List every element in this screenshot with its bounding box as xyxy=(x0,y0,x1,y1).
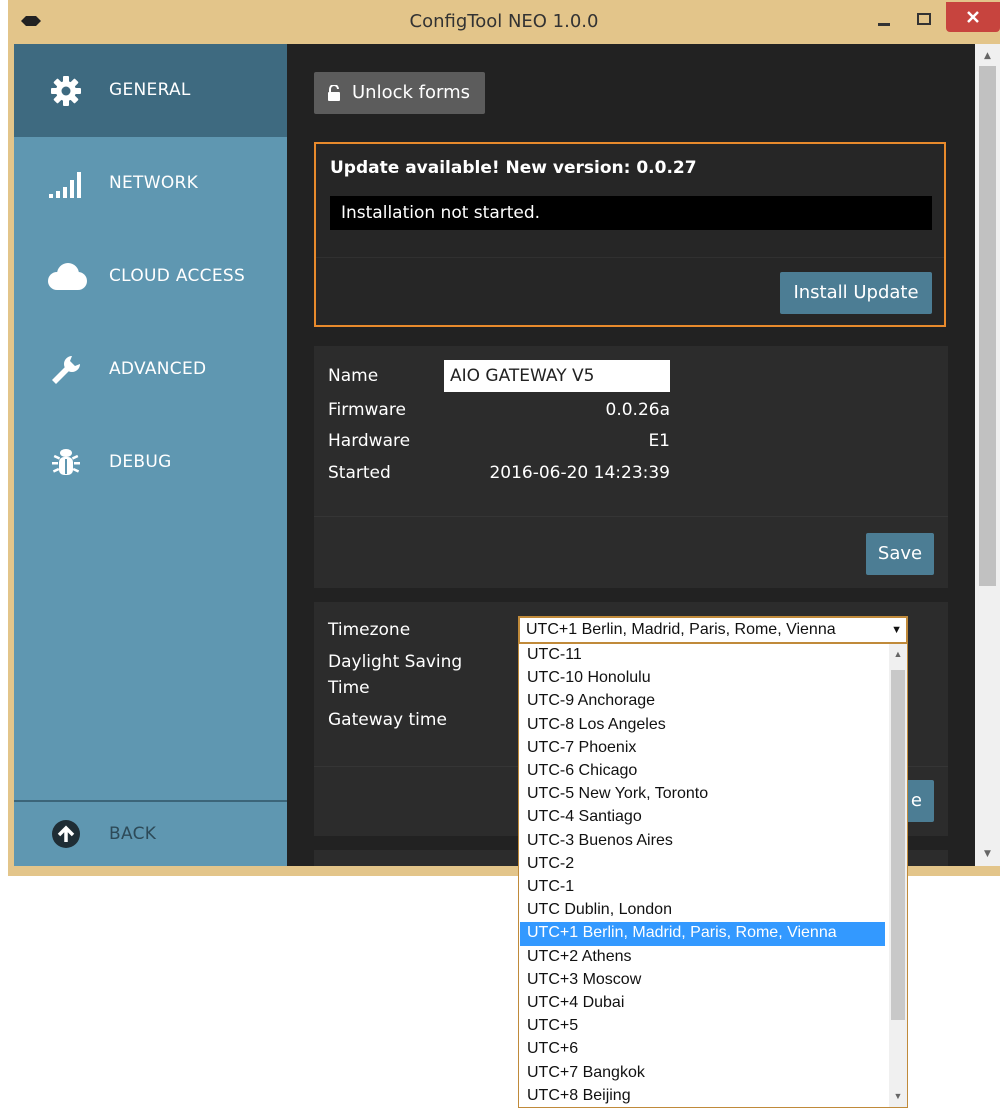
minimize-icon[interactable] xyxy=(866,6,902,36)
sidebar-item-general[interactable]: GENERAL xyxy=(14,44,287,137)
timezone-option[interactable]: UTC-1 xyxy=(520,876,885,899)
timezone-option[interactable]: UTC+6 xyxy=(520,1038,885,1061)
timezone-option[interactable]: UTC+5 xyxy=(520,1015,885,1038)
hardware-value: E1 xyxy=(648,431,670,451)
sidebar-item-cloud-access[interactable]: CLOUD ACCESS xyxy=(14,230,287,323)
panel-divider xyxy=(316,257,944,258)
timezone-option[interactable]: UTC+1 Berlin, Madrid, Paris, Rome, Vienn… xyxy=(520,922,885,946)
sidebar: GENERAL NETWORK CLOUD ACCESS ADVANCED DE… xyxy=(14,44,287,866)
sidebar-item-label: CLOUD ACCESS xyxy=(109,266,246,286)
update-status: Installation not started. xyxy=(330,196,932,230)
started-value: 2016-06-20 14:23:39 xyxy=(489,463,670,483)
dropdown-scrollbar[interactable]: ▲ ▼ xyxy=(889,644,907,1107)
window-title: ConfigTool NEO 1.0.0 xyxy=(409,11,599,32)
device-info-panel: Name Firmware 0.0.26a Hardware E1 Starte… xyxy=(314,346,948,588)
timezone-option[interactable]: UTC+3 Moscow xyxy=(520,969,885,992)
timezone-label: Timezone xyxy=(328,620,411,640)
sidebar-item-label: GENERAL xyxy=(109,80,191,100)
dropdown-scrollbar-thumb[interactable] xyxy=(891,670,905,1020)
timezone-dropdown-list: UTC-11 UTC-10 Honolulu UTC-9 Anchorage UTC-… xyxy=(518,644,908,1108)
cloud-icon xyxy=(48,263,87,290)
scroll-down-icon[interactable]: ▼ xyxy=(889,1086,907,1106)
save-device-button[interactable]: Save xyxy=(866,533,934,575)
title-bar[interactable]: ConfigTool NEO 1.0.0 xyxy=(8,0,1000,44)
bug-icon xyxy=(52,449,80,475)
timezone-option[interactable]: UTC-11 xyxy=(520,644,885,667)
timezone-option[interactable]: UTC-6 Chicago xyxy=(520,760,885,783)
timezone-option[interactable]: UTC-4 Santiago xyxy=(520,806,885,829)
timezone-option[interactable]: UTC-8 Los Angeles xyxy=(520,714,885,737)
back-label: BACK xyxy=(109,824,157,844)
unlock-forms-label: Unlock forms xyxy=(352,82,470,103)
update-panel: Update available! New version: 0.0.27 In… xyxy=(314,142,946,327)
unlock-icon xyxy=(328,85,340,101)
started-label: Started xyxy=(328,463,391,483)
timezone-select[interactable]: UTC+1 Berlin, Madrid, Paris, Rome, Vienn… xyxy=(518,616,908,644)
timezone-option[interactable]: UTC-2 xyxy=(520,853,885,876)
timezone-selected-value: UTC+1 Berlin, Madrid, Paris, Rome, Vienn… xyxy=(526,621,836,638)
name-label: Name xyxy=(328,366,379,386)
unlock-forms-button[interactable]: Unlock forms xyxy=(314,72,485,114)
gateway-time-label: Gateway time xyxy=(328,710,447,730)
dst-label-line2: Time xyxy=(328,678,370,698)
install-update-button[interactable]: Install Update xyxy=(780,272,932,314)
sidebar-item-label: NETWORK xyxy=(109,173,199,193)
dst-label: Daylight Saving xyxy=(328,652,463,672)
timezone-option[interactable]: UTC-10 Honolulu xyxy=(520,667,885,690)
sidebar-item-label: DEBUG xyxy=(109,452,172,472)
scroll-down-icon[interactable]: ▼ xyxy=(975,844,1000,864)
sidebar-item-label: ADVANCED xyxy=(109,359,207,379)
dropdown-arrow-icon: ▼ xyxy=(891,624,902,636)
timezone-option[interactable]: UTC+8 Beijing xyxy=(520,1085,885,1107)
timezone-option[interactable]: UTC-3 Buenos Aires xyxy=(520,830,885,853)
sidebar-item-advanced[interactable]: ADVANCED xyxy=(14,323,287,416)
panel-divider xyxy=(314,516,948,517)
name-input[interactable] xyxy=(444,360,670,392)
wrench-icon xyxy=(52,356,80,384)
scroll-up-icon[interactable]: ▲ xyxy=(975,46,1000,66)
timezone-option[interactable]: UTC+4 Dubai xyxy=(520,992,885,1015)
timezone-option[interactable]: UTC-9 Anchorage xyxy=(520,690,885,713)
update-status-text: Installation not started. xyxy=(341,203,541,223)
firmware-value: 0.0.26a xyxy=(605,400,671,420)
back-arrow-icon xyxy=(52,820,80,848)
main-scrollbar[interactable]: ▲ ▼ xyxy=(975,44,1000,866)
maximize-icon[interactable] xyxy=(906,6,942,36)
close-button[interactable] xyxy=(946,2,1000,32)
timezone-option[interactable]: UTC+7 Bangkok xyxy=(520,1062,885,1085)
scroll-up-icon[interactable]: ▲ xyxy=(889,644,907,664)
signal-bars-icon xyxy=(49,172,81,198)
back-button[interactable]: BACK xyxy=(14,802,287,866)
update-title: Update available! New version: 0.0.27 xyxy=(330,158,697,178)
timezone-option[interactable]: UTC+2 Athens xyxy=(520,946,885,969)
gear-icon xyxy=(51,76,81,106)
firmware-label: Firmware xyxy=(328,400,406,420)
timezone-option[interactable]: UTC-5 New York, Toronto xyxy=(520,783,885,806)
hardware-label: Hardware xyxy=(328,431,411,451)
sidebar-item-debug[interactable]: DEBUG xyxy=(14,416,287,509)
scrollbar-thumb[interactable] xyxy=(979,66,996,586)
timezone-option[interactable]: UTC-7 Phoenix xyxy=(520,737,885,760)
timezone-option[interactable]: UTC Dublin, London xyxy=(520,899,885,922)
sidebar-item-network[interactable]: NETWORK xyxy=(14,137,287,230)
close-icon xyxy=(967,11,979,23)
